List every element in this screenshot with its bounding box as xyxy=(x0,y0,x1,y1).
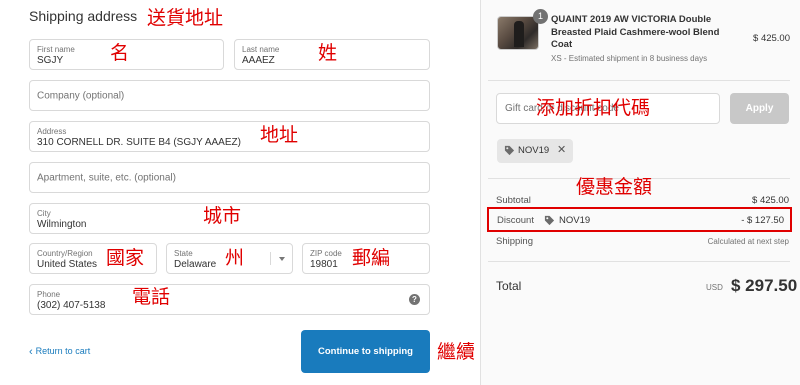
zip-label: ZIP code xyxy=(310,249,342,258)
annotation-discount-code: 添加折扣代碼 xyxy=(536,97,651,119)
zip-value: 19801 xyxy=(310,259,338,270)
annotation-last-name: 姓 xyxy=(318,42,338,64)
apply-button[interactable]: Apply xyxy=(730,93,789,124)
shipping-value: Calculated at next step xyxy=(707,237,789,246)
city-label: City xyxy=(37,209,51,218)
tag-icon xyxy=(504,145,515,156)
applied-discount-code: NOV19 xyxy=(518,145,550,156)
chevron-down-icon[interactable] xyxy=(270,252,292,265)
product-name: QUAINT 2019 AW VICTORIA Double Breasted … xyxy=(551,14,720,50)
company-field[interactable]: Company (optional) xyxy=(29,80,430,111)
annotation-country: 國家 xyxy=(106,247,145,269)
close-icon[interactable]: ✕ xyxy=(557,143,566,156)
total-value: $ 297.50 xyxy=(731,276,798,295)
apartment-placeholder: Apartment, suite, etc. (optional) xyxy=(37,172,176,183)
help-icon[interactable]: ? xyxy=(409,294,420,305)
section-title: Shipping address xyxy=(29,8,138,24)
annotation-zip: 郵編 xyxy=(352,247,391,269)
phone-value: (302) 407-5138 xyxy=(37,300,106,311)
subtotal-label: Subtotal xyxy=(496,195,531,206)
applied-discount-chip: NOV19 ✕ xyxy=(497,139,573,163)
state-label: State xyxy=(174,249,193,258)
first-name-value: SGJY xyxy=(37,55,64,66)
total-label: Total xyxy=(496,279,522,293)
apartment-field[interactable]: Apartment, suite, etc. (optional) xyxy=(29,162,430,193)
subtotal-value: $ 425.00 xyxy=(752,195,789,206)
annotation-state: 州 xyxy=(225,247,245,269)
divider xyxy=(488,80,790,81)
annotation-discount-amount: 優惠金額 xyxy=(576,176,653,198)
discount-code: NOV19 xyxy=(559,215,591,226)
chevron-left-icon: ‹ xyxy=(29,346,33,358)
annotation-phone: 電話 xyxy=(132,286,171,308)
shipping-form-panel: Shipping address First name SGJY Last na… xyxy=(0,0,480,385)
country-label: Country/Region xyxy=(37,249,93,258)
return-to-cart-label: Return to cart xyxy=(35,346,91,356)
discount-row: Discount NOV19 - $ 127.50 xyxy=(487,207,792,232)
address-label: Address xyxy=(37,127,67,136)
divider xyxy=(488,261,790,262)
quantity-badge: 1 xyxy=(533,9,548,24)
tag-icon xyxy=(544,215,555,226)
address-value: 310 CORNELL DR. SUITE B4 (SGJY AAAEZ) xyxy=(37,137,241,148)
discount-value: - $ 127.50 xyxy=(741,215,784,226)
return-to-cart-link[interactable]: ‹ Return to cart xyxy=(29,346,90,358)
product-variant: XS - Estimated shipment in 8 business da… xyxy=(551,54,708,63)
first-name-label: First name xyxy=(37,45,75,54)
annotation-address: 地址 xyxy=(260,124,299,146)
annotation-address-header: 送貨地址 xyxy=(147,7,224,29)
total-currency: USD xyxy=(706,283,723,292)
product-thumbnail xyxy=(497,16,539,50)
annotation-first-name: 名 xyxy=(110,42,130,64)
discount-label: Discount xyxy=(497,215,534,226)
shipping-label: Shipping xyxy=(496,236,533,247)
last-name-label: Last name xyxy=(242,45,280,54)
product-price: $ 425.00 xyxy=(753,33,790,44)
city-value: Wilmington xyxy=(37,219,87,230)
continue-to-shipping-button[interactable]: Continue to shipping xyxy=(301,330,430,373)
annotation-continue: 繼續 xyxy=(437,341,476,363)
phone-label: Phone xyxy=(37,290,61,299)
last-name-value: AAAEZ xyxy=(242,55,275,66)
shipping-row: Shipping Calculated at next step xyxy=(496,236,789,247)
company-placeholder: Company (optional) xyxy=(37,90,125,101)
state-value: Delaware xyxy=(174,259,217,270)
phone-field[interactable]: Phone (302) 407-5138 ? xyxy=(29,284,430,315)
country-value: United States xyxy=(37,259,98,270)
address-field[interactable]: Address 310 CORNELL DR. SUITE B4 (SGJY A… xyxy=(29,121,430,152)
annotation-city: 城市 xyxy=(203,205,242,227)
